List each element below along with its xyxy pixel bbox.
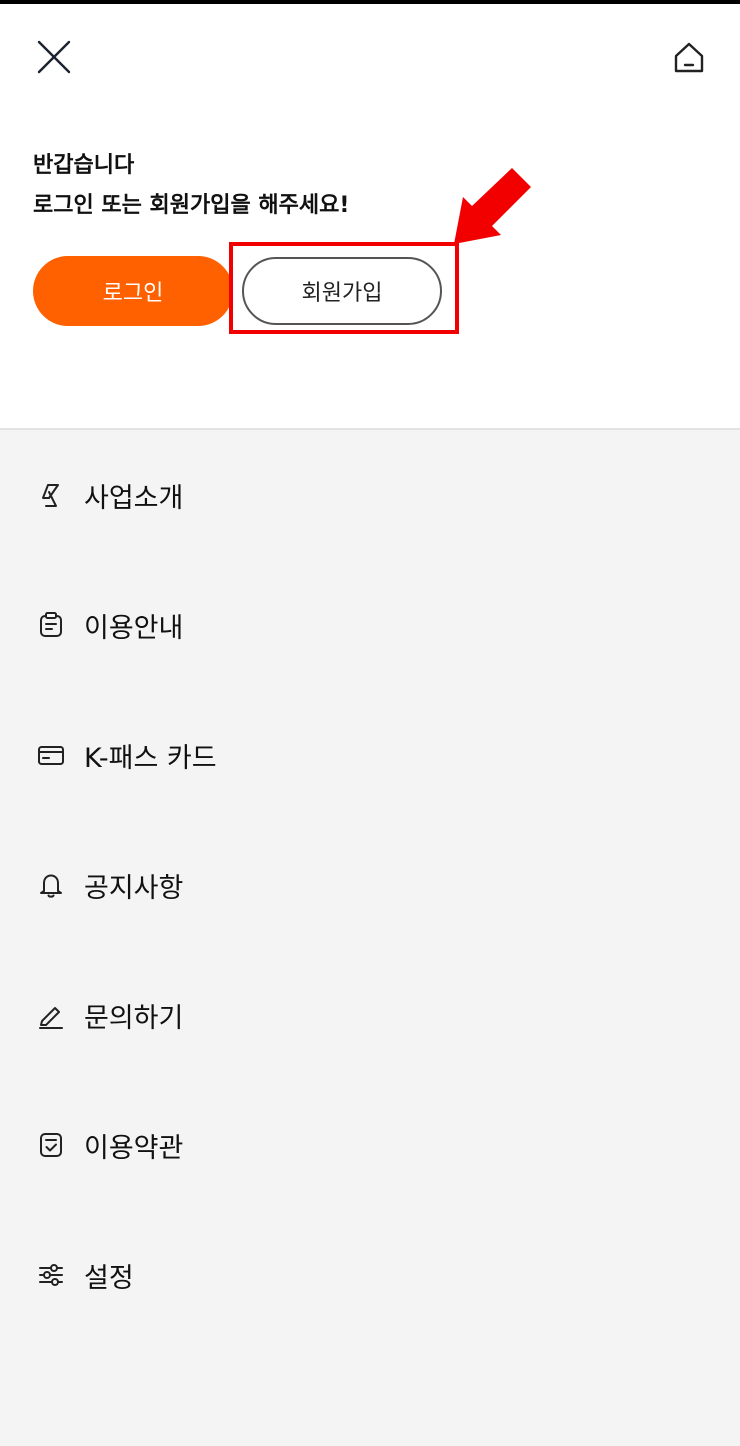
greeting-text: 반갑습니다 로그인 또는 회원가입을 해주세요! (33, 146, 349, 226)
menu-item-label: 문의하기 (84, 1002, 184, 1034)
menu-item-label: K-패스 카드 (84, 742, 217, 774)
menu-item-label: 이용약관 (84, 1132, 184, 1164)
close-icon (37, 40, 71, 74)
menu-item-kpass-card[interactable]: K-패스 카드 (0, 690, 740, 820)
sliders-icon (39, 1264, 63, 1286)
menu-item-terms[interactable]: 이용약관 (0, 1080, 740, 1210)
menu-item-settings[interactable]: 설정 (0, 1210, 740, 1340)
close-button[interactable] (30, 36, 78, 80)
menu-item-label: 사업소개 (84, 482, 184, 514)
bell-icon (40, 874, 62, 898)
k-logo-icon (42, 484, 59, 507)
menu-item-label: 이용안내 (84, 612, 184, 644)
menu-item-inquiry[interactable]: 문의하기 (0, 950, 740, 1080)
menu-item-usage-guide[interactable]: 이용안내 (0, 560, 740, 690)
clipboard-icon (40, 612, 62, 637)
menu-item-label: 설정 (84, 1262, 134, 1294)
menu-item-label: 공지사항 (84, 872, 184, 904)
menu-item-notices[interactable]: 공지사항 (0, 820, 740, 950)
signup-button[interactable]: 회원가입 (242, 257, 442, 325)
card-icon (38, 746, 64, 765)
document-check-icon (40, 1133, 62, 1157)
menu-item-business-intro[interactable]: 사업소개 (0, 430, 740, 560)
greeting-line-1: 반갑습니다 (33, 153, 135, 178)
home-icon (674, 42, 704, 73)
login-button[interactable]: 로그인 (33, 256, 233, 326)
pencil-icon (39, 1007, 63, 1029)
home-button[interactable] (664, 36, 714, 80)
greeting-line-2: 로그인 또는 회원가입을 해주세요! (33, 193, 350, 218)
